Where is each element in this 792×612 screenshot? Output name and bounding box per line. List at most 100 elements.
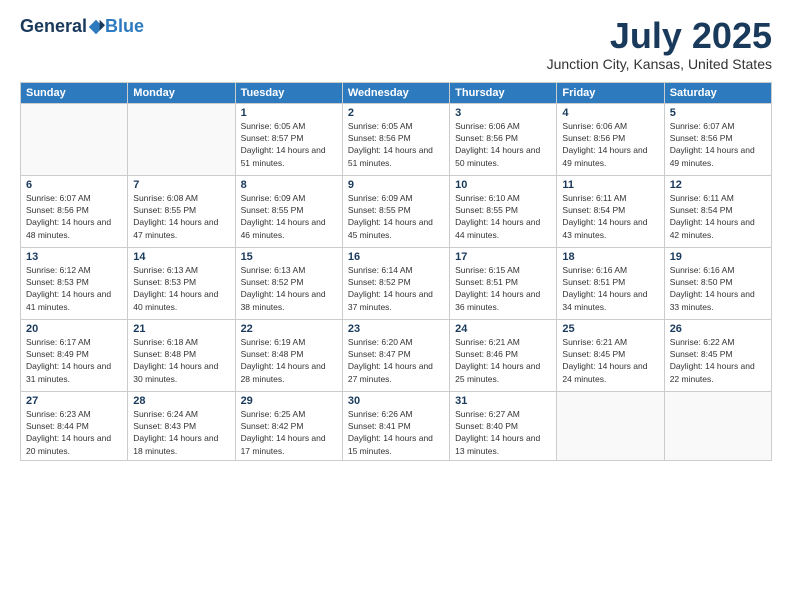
logo-icon <box>87 18 105 36</box>
day-number: 24 <box>455 323 551 335</box>
day-number: 7 <box>133 179 229 191</box>
col-wednesday: Wednesday <box>342 82 449 103</box>
day-number: 25 <box>562 323 658 335</box>
day-number: 10 <box>455 179 551 191</box>
table-row: 20Sunrise: 6:17 AM Sunset: 8:49 PM Dayli… <box>21 319 128 391</box>
day-info: Sunrise: 6:23 AM Sunset: 8:44 PM Dayligh… <box>26 408 122 457</box>
day-number: 1 <box>241 107 337 119</box>
col-thursday: Thursday <box>450 82 557 103</box>
table-row: 1Sunrise: 6:05 AM Sunset: 8:57 PM Daylig… <box>235 103 342 175</box>
col-sunday: Sunday <box>21 82 128 103</box>
day-info: Sunrise: 6:21 AM Sunset: 8:46 PM Dayligh… <box>455 336 551 385</box>
day-info: Sunrise: 6:07 AM Sunset: 8:56 PM Dayligh… <box>26 192 122 241</box>
day-info: Sunrise: 6:11 AM Sunset: 8:54 PM Dayligh… <box>562 192 658 241</box>
table-row: 23Sunrise: 6:20 AM Sunset: 8:47 PM Dayli… <box>342 319 449 391</box>
table-row: 7Sunrise: 6:08 AM Sunset: 8:55 PM Daylig… <box>128 175 235 247</box>
day-number: 31 <box>455 395 551 407</box>
table-row: 16Sunrise: 6:14 AM Sunset: 8:52 PM Dayli… <box>342 247 449 319</box>
day-info: Sunrise: 6:16 AM Sunset: 8:51 PM Dayligh… <box>562 264 658 313</box>
calendar-table: Sunday Monday Tuesday Wednesday Thursday… <box>20 82 772 461</box>
col-saturday: Saturday <box>664 82 771 103</box>
table-row <box>128 103 235 175</box>
table-row: 9Sunrise: 6:09 AM Sunset: 8:55 PM Daylig… <box>342 175 449 247</box>
day-number: 17 <box>455 251 551 263</box>
day-info: Sunrise: 6:16 AM Sunset: 8:50 PM Dayligh… <box>670 264 766 313</box>
day-number: 8 <box>241 179 337 191</box>
table-row: 10Sunrise: 6:10 AM Sunset: 8:55 PM Dayli… <box>450 175 557 247</box>
day-info: Sunrise: 6:19 AM Sunset: 8:48 PM Dayligh… <box>241 336 337 385</box>
main-title: July 2025 <box>547 16 772 56</box>
day-info: Sunrise: 6:09 AM Sunset: 8:55 PM Dayligh… <box>241 192 337 241</box>
title-block: July 2025 Junction City, Kansas, United … <box>547 16 772 72</box>
table-row: 28Sunrise: 6:24 AM Sunset: 8:43 PM Dayli… <box>128 391 235 460</box>
header: General Blue July 2025 Junction City, Ka… <box>20 16 772 72</box>
table-row: 19Sunrise: 6:16 AM Sunset: 8:50 PM Dayli… <box>664 247 771 319</box>
day-number: 27 <box>26 395 122 407</box>
day-number: 9 <box>348 179 444 191</box>
table-row: 5Sunrise: 6:07 AM Sunset: 8:56 PM Daylig… <box>664 103 771 175</box>
subtitle: Junction City, Kansas, United States <box>547 56 772 72</box>
day-info: Sunrise: 6:14 AM Sunset: 8:52 PM Dayligh… <box>348 264 444 313</box>
day-number: 21 <box>133 323 229 335</box>
table-row: 21Sunrise: 6:18 AM Sunset: 8:48 PM Dayli… <box>128 319 235 391</box>
col-monday: Monday <box>128 82 235 103</box>
day-info: Sunrise: 6:22 AM Sunset: 8:45 PM Dayligh… <box>670 336 766 385</box>
table-row: 24Sunrise: 6:21 AM Sunset: 8:46 PM Dayli… <box>450 319 557 391</box>
table-row: 14Sunrise: 6:13 AM Sunset: 8:53 PM Dayli… <box>128 247 235 319</box>
table-row: 27Sunrise: 6:23 AM Sunset: 8:44 PM Dayli… <box>21 391 128 460</box>
table-row: 18Sunrise: 6:16 AM Sunset: 8:51 PM Dayli… <box>557 247 664 319</box>
day-info: Sunrise: 6:13 AM Sunset: 8:53 PM Dayligh… <box>133 264 229 313</box>
day-info: Sunrise: 6:13 AM Sunset: 8:52 PM Dayligh… <box>241 264 337 313</box>
day-number: 2 <box>348 107 444 119</box>
day-number: 19 <box>670 251 766 263</box>
table-row: 13Sunrise: 6:12 AM Sunset: 8:53 PM Dayli… <box>21 247 128 319</box>
table-row: 8Sunrise: 6:09 AM Sunset: 8:55 PM Daylig… <box>235 175 342 247</box>
table-row <box>664 391 771 460</box>
day-number: 4 <box>562 107 658 119</box>
table-row: 3Sunrise: 6:06 AM Sunset: 8:56 PM Daylig… <box>450 103 557 175</box>
day-number: 20 <box>26 323 122 335</box>
day-info: Sunrise: 6:17 AM Sunset: 8:49 PM Dayligh… <box>26 336 122 385</box>
day-info: Sunrise: 6:27 AM Sunset: 8:40 PM Dayligh… <box>455 408 551 457</box>
col-friday: Friday <box>557 82 664 103</box>
table-row: 11Sunrise: 6:11 AM Sunset: 8:54 PM Dayli… <box>557 175 664 247</box>
table-row: 12Sunrise: 6:11 AM Sunset: 8:54 PM Dayli… <box>664 175 771 247</box>
day-number: 28 <box>133 395 229 407</box>
table-row: 22Sunrise: 6:19 AM Sunset: 8:48 PM Dayli… <box>235 319 342 391</box>
day-number: 30 <box>348 395 444 407</box>
table-row: 31Sunrise: 6:27 AM Sunset: 8:40 PM Dayli… <box>450 391 557 460</box>
day-number: 12 <box>670 179 766 191</box>
table-row <box>21 103 128 175</box>
day-number: 26 <box>670 323 766 335</box>
table-row: 6Sunrise: 6:07 AM Sunset: 8:56 PM Daylig… <box>21 175 128 247</box>
day-info: Sunrise: 6:08 AM Sunset: 8:55 PM Dayligh… <box>133 192 229 241</box>
logo-general: General <box>20 16 87 37</box>
table-row: 26Sunrise: 6:22 AM Sunset: 8:45 PM Dayli… <box>664 319 771 391</box>
day-info: Sunrise: 6:07 AM Sunset: 8:56 PM Dayligh… <box>670 120 766 169</box>
day-number: 5 <box>670 107 766 119</box>
day-info: Sunrise: 6:06 AM Sunset: 8:56 PM Dayligh… <box>562 120 658 169</box>
table-row: 29Sunrise: 6:25 AM Sunset: 8:42 PM Dayli… <box>235 391 342 460</box>
day-number: 6 <box>26 179 122 191</box>
table-row: 4Sunrise: 6:06 AM Sunset: 8:56 PM Daylig… <box>557 103 664 175</box>
day-info: Sunrise: 6:09 AM Sunset: 8:55 PM Dayligh… <box>348 192 444 241</box>
day-number: 23 <box>348 323 444 335</box>
day-info: Sunrise: 6:26 AM Sunset: 8:41 PM Dayligh… <box>348 408 444 457</box>
day-info: Sunrise: 6:06 AM Sunset: 8:56 PM Dayligh… <box>455 120 551 169</box>
logo-text: General Blue <box>20 16 144 37</box>
logo-blue: Blue <box>105 16 144 37</box>
day-number: 15 <box>241 251 337 263</box>
table-row <box>557 391 664 460</box>
day-number: 22 <box>241 323 337 335</box>
table-row: 30Sunrise: 6:26 AM Sunset: 8:41 PM Dayli… <box>342 391 449 460</box>
day-info: Sunrise: 6:12 AM Sunset: 8:53 PM Dayligh… <box>26 264 122 313</box>
calendar-header-row: Sunday Monday Tuesday Wednesday Thursday… <box>21 82 772 103</box>
table-row: 15Sunrise: 6:13 AM Sunset: 8:52 PM Dayli… <box>235 247 342 319</box>
col-tuesday: Tuesday <box>235 82 342 103</box>
table-row: 17Sunrise: 6:15 AM Sunset: 8:51 PM Dayli… <box>450 247 557 319</box>
day-info: Sunrise: 6:25 AM Sunset: 8:42 PM Dayligh… <box>241 408 337 457</box>
day-info: Sunrise: 6:05 AM Sunset: 8:56 PM Dayligh… <box>348 120 444 169</box>
day-number: 11 <box>562 179 658 191</box>
day-info: Sunrise: 6:05 AM Sunset: 8:57 PM Dayligh… <box>241 120 337 169</box>
page: General Blue July 2025 Junction City, Ka… <box>0 0 792 612</box>
